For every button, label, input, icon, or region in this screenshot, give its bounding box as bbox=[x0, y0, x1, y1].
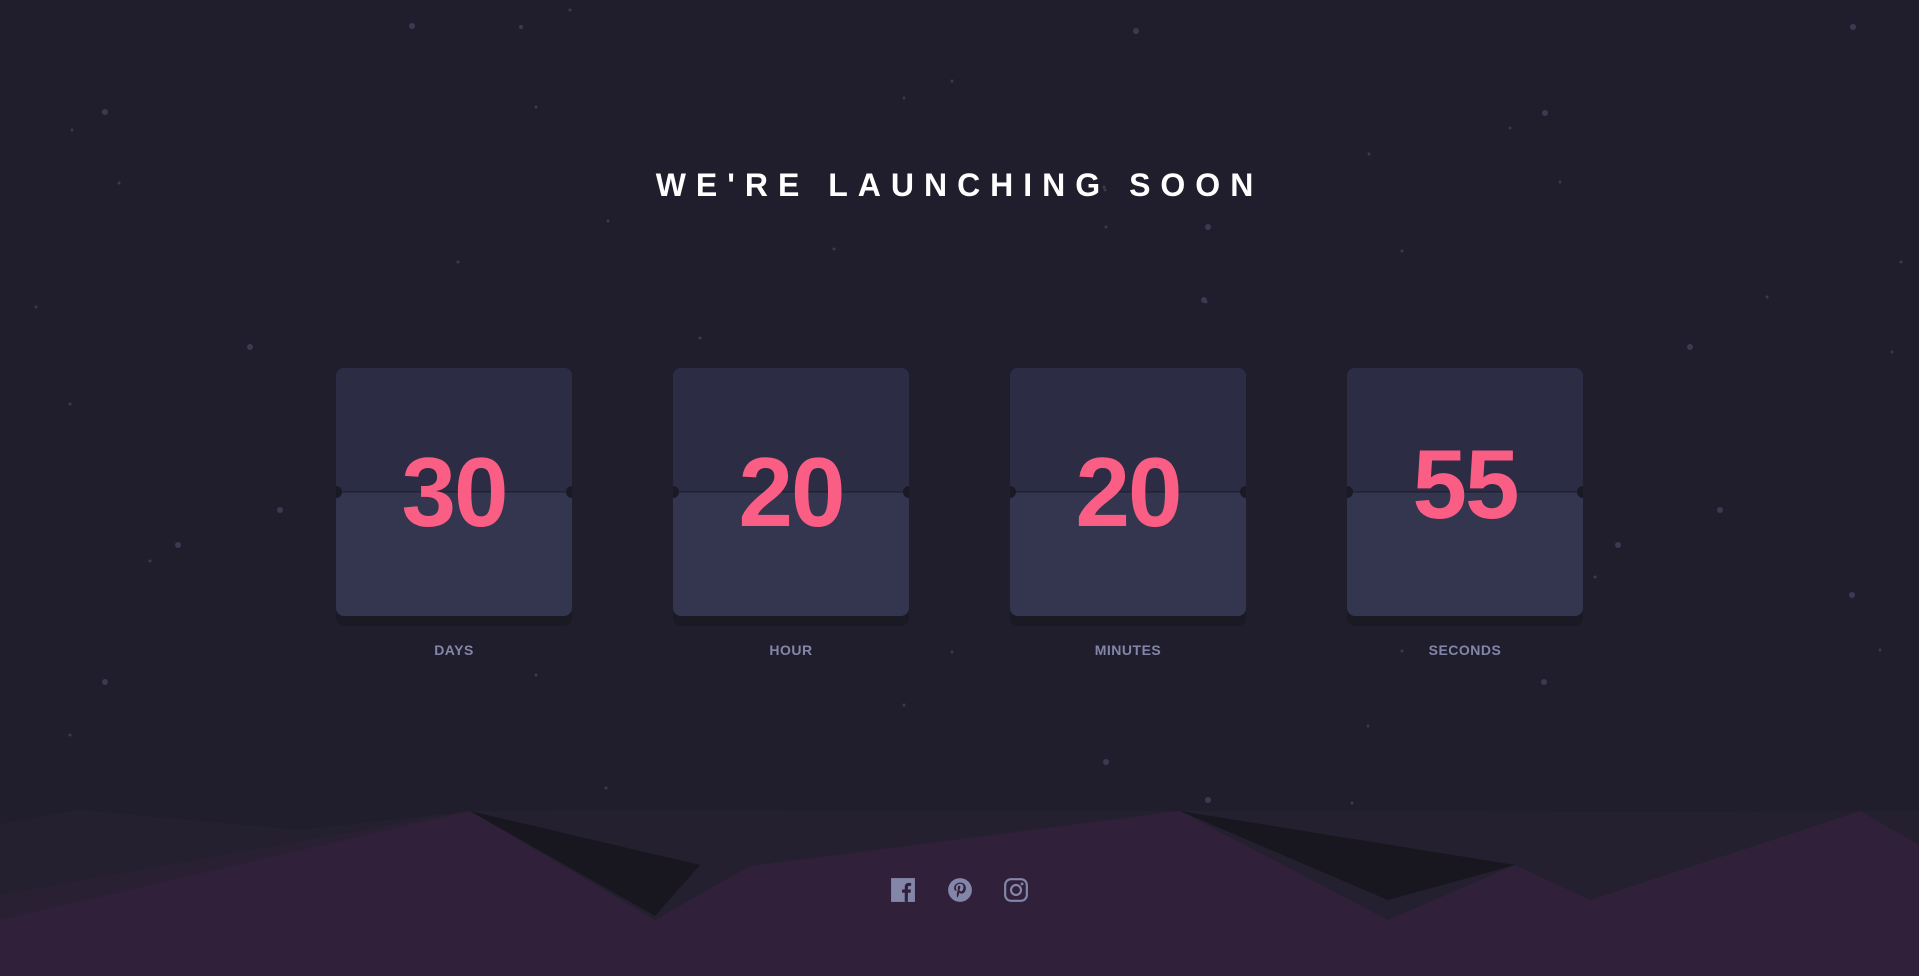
seconds-value: 55 bbox=[1412, 429, 1519, 539]
social-links bbox=[0, 877, 1919, 907]
page-title: WE'RE LAUNCHING SOON bbox=[655, 167, 1264, 203]
countdown-hours: 20 HOUR bbox=[673, 368, 909, 658]
facebook-link[interactable] bbox=[890, 877, 916, 903]
hours-value: 20 bbox=[738, 437, 845, 547]
facebook-icon bbox=[891, 878, 915, 902]
seconds-label: SECONDS bbox=[1428, 642, 1502, 658]
countdown-timer: 30 DAYS 20 HOUR 20 MINUTES 55 SECONDS bbox=[0, 368, 1919, 668]
countdown-minutes: 20 MINUTES bbox=[1010, 368, 1246, 658]
countdown-seconds: 55 SECONDS bbox=[1347, 368, 1583, 658]
days-label: DAYS bbox=[434, 642, 474, 658]
flip-card: 20 bbox=[673, 368, 909, 616]
hours-label: HOUR bbox=[769, 642, 813, 658]
card-notch bbox=[903, 486, 909, 498]
pinterest-icon bbox=[947, 878, 972, 902]
card-notch bbox=[1240, 486, 1246, 498]
countdown-days: 30 DAYS bbox=[336, 368, 572, 658]
flip-card: 20 bbox=[1010, 368, 1246, 616]
flip-card: 30 bbox=[336, 368, 572, 616]
flip-card: 55 bbox=[1347, 368, 1583, 616]
instagram-link[interactable] bbox=[1003, 877, 1029, 903]
pinterest-link[interactable] bbox=[947, 877, 973, 903]
card-notch bbox=[1577, 486, 1583, 498]
minutes-value: 20 bbox=[1075, 437, 1182, 547]
card-notch bbox=[566, 486, 572, 498]
instagram-icon bbox=[1004, 878, 1028, 902]
minutes-label: MINUTES bbox=[1094, 642, 1162, 658]
launch-page: WE'RE LAUNCHING SOON 30 DAYS 20 HOUR 20 … bbox=[0, 0, 1919, 976]
days-value: 30 bbox=[401, 437, 508, 547]
